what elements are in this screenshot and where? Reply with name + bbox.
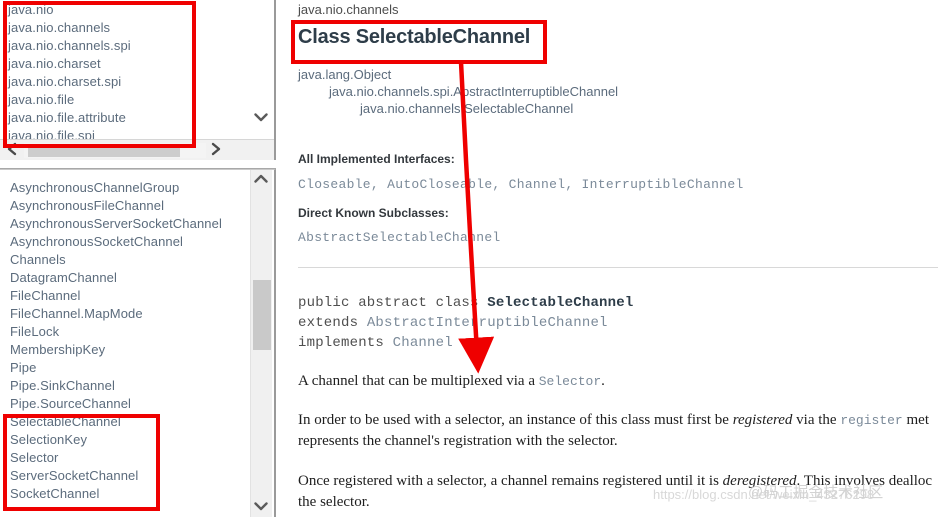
class-list-item[interactable]: AsynchronousChannelGroup — [10, 179, 250, 197]
class-list-item[interactable]: FileChannel.MapMode — [10, 305, 250, 323]
package-list-item[interactable]: java.nio.channels — [8, 19, 252, 37]
superclass-link[interactable]: AbstractInterruptibleChannel — [367, 315, 608, 331]
class-list[interactable]: AsynchronousChannelGroup AsynchronousFil… — [0, 170, 250, 517]
inheritance-level-2: java.nio.channels.SelectableChannel — [360, 101, 574, 116]
class-list-item[interactable]: SocketChannel — [10, 485, 250, 503]
package-frame: java.nio java.nio.channels java.nio.chan… — [0, 0, 276, 160]
class-list-item[interactable]: AsynchronousFileChannel — [10, 197, 250, 215]
class-declaration: public abstract class SelectableChannel … — [298, 293, 633, 353]
package-list[interactable]: java.nio java.nio.channels java.nio.chan… — [0, 0, 252, 140]
breadcrumb: java.nio.channels — [298, 2, 399, 17]
description-paragraph-2: In order to be used with a selector, an … — [298, 410, 947, 452]
package-list-item[interactable]: java.nio.charset.spi — [8, 73, 252, 91]
chevron-up-icon[interactable] — [253, 172, 271, 188]
class-list-item[interactable]: AsynchronousSocketChannel — [10, 233, 250, 251]
package-list-item[interactable]: java.nio.file.attribute — [8, 109, 252, 127]
page-title: Class SelectableChannel — [298, 26, 531, 48]
package-vertical-scrollbar[interactable] — [250, 0, 272, 140]
declaration-line-3: implements Channel — [298, 333, 633, 353]
para1-text-after: . — [601, 373, 605, 389]
declaration-class-name: SelectableChannel — [487, 295, 634, 311]
javadoc-content-pane: java.nio.channels Class SelectableChanne… — [278, 0, 947, 517]
register-code-link[interactable]: register — [840, 413, 902, 428]
chevron-down-icon[interactable] — [253, 110, 269, 124]
declaration-modifiers: public abstract class — [298, 295, 488, 311]
class-list-item[interactable]: AsynchronousServerSocketChannel — [10, 215, 250, 233]
implemented-interfaces-value[interactable]: Closeable, AutoCloseable, Channel, Inter… — [298, 177, 744, 192]
para2-text-a: In order to be used with a selector, an … — [298, 412, 733, 428]
selector-code-link[interactable]: Selector — [539, 374, 601, 389]
description-paragraph-1: A channel that can be multiplexed via a … — [298, 371, 947, 392]
package-list-item[interactable]: java.nio.charset — [8, 55, 252, 73]
class-list-item[interactable]: ServerSocketChannel — [10, 467, 250, 485]
direct-known-subclasses-value[interactable]: AbstractSelectableChannel — [298, 230, 501, 245]
panel-splitter[interactable] — [0, 160, 276, 169]
package-list-item[interactable]: java.nio — [8, 1, 252, 19]
package-list-item[interactable]: java.nio.file — [8, 91, 252, 109]
para2-text-c: met — [902, 412, 930, 428]
class-list-item[interactable]: SelectableChannel — [10, 413, 250, 431]
screenshot-root: java.nio java.nio.channels java.nio.chan… — [0, 0, 947, 517]
direct-known-subclasses-label: Direct Known Subclasses: — [298, 206, 449, 220]
class-list-item[interactable]: SelectionKey — [10, 431, 250, 449]
extends-keyword: extends — [298, 315, 367, 331]
para2-line-2: represents the channel's registration wi… — [298, 433, 618, 449]
interface-link[interactable]: Channel — [393, 335, 453, 351]
inheritance-tree: java.lang.Object java.nio.channels.spi.A… — [298, 66, 618, 117]
left-navigation-column: java.nio java.nio.channels java.nio.chan… — [0, 0, 276, 517]
class-list-item[interactable]: FileLock — [10, 323, 250, 341]
class-list-item[interactable]: Pipe.SinkChannel — [10, 377, 250, 395]
implements-keyword: implements — [298, 335, 393, 351]
chevron-down-icon[interactable] — [253, 499, 271, 515]
inheritance-level-0: java.lang.Object — [298, 67, 392, 82]
package-horizontal-scrollbar[interactable] — [0, 139, 274, 160]
class-list-item[interactable]: FileChannel — [10, 287, 250, 305]
class-list-item[interactable]: Selector — [10, 449, 250, 467]
declaration-line-2: extends AbstractInterruptibleChannel — [298, 313, 633, 333]
inheritance-level-1: java.nio.channels.spi.AbstractInterrupti… — [329, 84, 619, 99]
class-list-item[interactable]: MembershipKey — [10, 341, 250, 359]
class-frame: AsynchronousChannelGroup AsynchronousFil… — [0, 169, 276, 517]
class-list-item[interactable]: Pipe — [10, 359, 250, 377]
class-list-item[interactable]: Pipe.SourceChannel — [10, 395, 250, 413]
chevron-left-icon[interactable] — [4, 142, 22, 159]
class-list-item[interactable]: DatagramChannel — [10, 269, 250, 287]
vscroll-thumb[interactable] — [253, 280, 271, 350]
implemented-interfaces-label: All Implemented Interfaces: — [298, 152, 455, 166]
para2-line-1: In order to be used with a selector, an … — [298, 410, 947, 431]
para2-emphasis: registered — [732, 412, 793, 428]
class-list-item[interactable]: Channels — [10, 251, 250, 269]
section-divider — [298, 267, 938, 268]
package-list-item[interactable]: java.nio.channels.spi — [8, 37, 252, 55]
hscroll-thumb[interactable] — [28, 144, 180, 157]
para1-text-before: A channel that can be multiplexed via a — [298, 373, 539, 389]
declaration-line-1: public abstract class SelectableChannel — [298, 293, 633, 313]
watermark-handle: @码工掘金技术社区 — [748, 484, 884, 501]
chevron-right-icon[interactable] — [208, 142, 226, 159]
para2-text-b: via the — [792, 412, 841, 428]
class-vertical-scrollbar[interactable] — [250, 170, 272, 517]
